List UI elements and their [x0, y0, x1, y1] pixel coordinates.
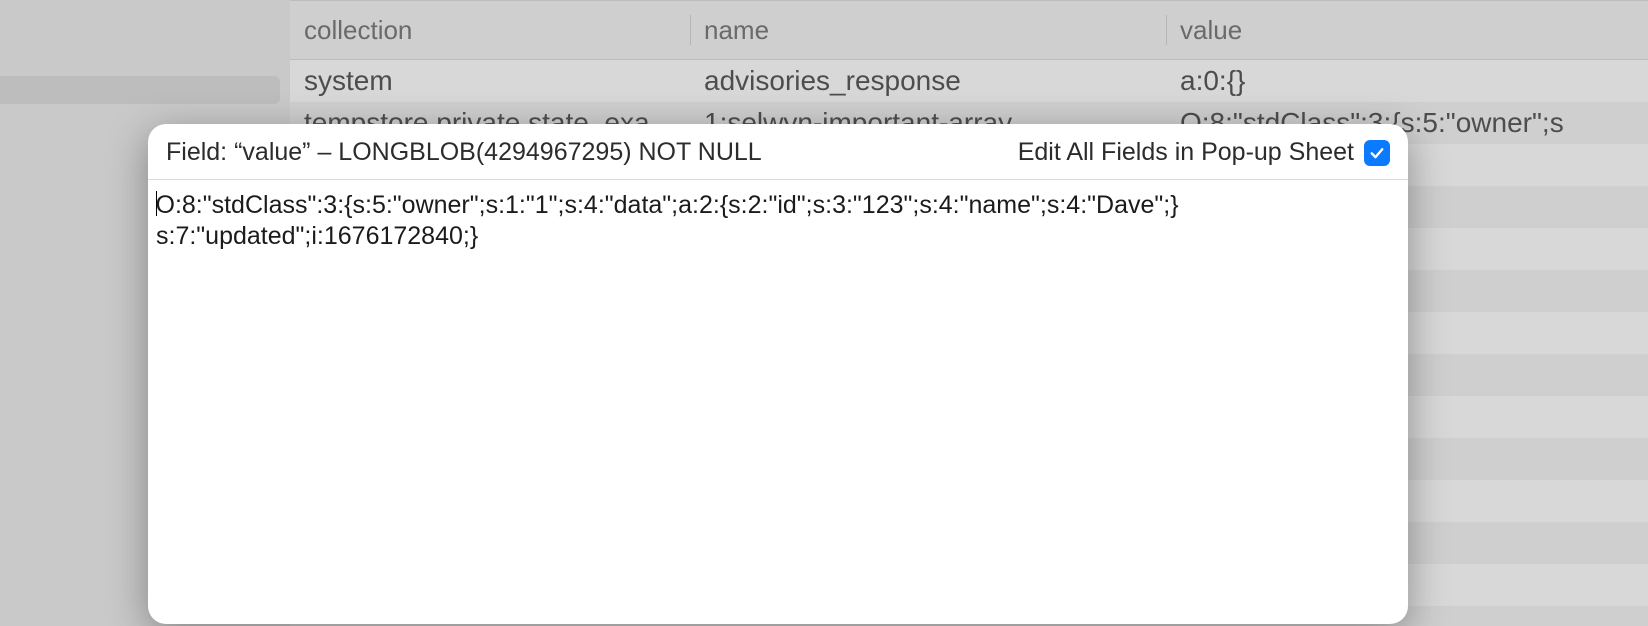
cell-collection: system	[290, 65, 690, 97]
column-header-name[interactable]: name	[690, 1, 1166, 59]
popup-field-type: – LONGBLOB(4294967295) NOT NULL	[311, 138, 762, 166]
cell-value: a:0:{}	[1166, 65, 1648, 97]
column-header-value[interactable]: value	[1166, 1, 1648, 59]
popup-field-name: “value”	[234, 138, 310, 166]
field-value-editor[interactable]: O:8:"stdClass":3:{s:5:"owner";s:1:"1";s:…	[148, 180, 1408, 624]
field-value-text: O:8:"stdClass":3:{s:5:"owner";s:1:"1";s:…	[156, 191, 1179, 250]
popup-header: Field: “value” – LONGBLOB(4294967295) NO…	[148, 124, 1408, 180]
table-row[interactable]: systemadvisories_responsea:0:{}	[290, 60, 1648, 102]
popup-header-right: Edit All Fields in Pop-up Sheet	[1018, 138, 1390, 167]
sidebar-selected-item[interactable]	[0, 76, 280, 104]
table-header-row: collection name value	[290, 0, 1648, 60]
cell-name: advisories_response	[690, 65, 1166, 97]
popup-field-info: Field: “value” – LONGBLOB(4294967295) NO…	[166, 138, 762, 167]
column-header-collection[interactable]: collection	[290, 1, 690, 59]
field-editor-popup: Field: “value” – LONGBLOB(4294967295) NO…	[148, 124, 1408, 624]
edit-all-fields-label: Edit All Fields in Pop-up Sheet	[1018, 138, 1354, 167]
check-icon	[1368, 144, 1386, 162]
edit-all-fields-checkbox[interactable]	[1364, 140, 1390, 166]
popup-field-label-prefix: Field:	[166, 138, 234, 166]
